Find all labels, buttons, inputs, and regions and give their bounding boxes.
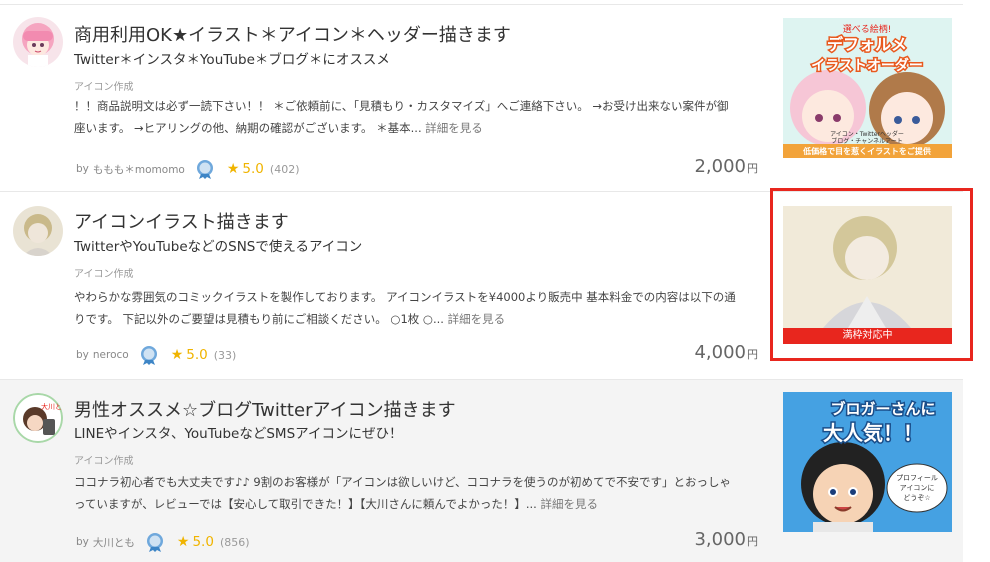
- by-label: by: [76, 536, 89, 548]
- price: 4,000円: [694, 342, 758, 363]
- thumb-text: イラストオーダー: [811, 57, 923, 74]
- currency-label: 円: [747, 348, 758, 361]
- thumbnail-image: ブロガーさんに 大人気！！ プロフィール アイコンに どうぞ☆: [783, 392, 952, 532]
- details-link[interactable]: 詳細を見る: [448, 312, 506, 326]
- avatar-image: [13, 206, 63, 256]
- star-icon: ★: [226, 161, 240, 177]
- rank-medal-icon: [140, 346, 157, 365]
- description-line: ！！商品説明文は必ず一読下さい！！ ＊ご依頼前に、「見積もり・カスタマイズ」へご…: [74, 99, 729, 113]
- listing-category[interactable]: アイコン作成: [74, 78, 134, 93]
- seller-avatar[interactable]: [13, 17, 63, 67]
- currency-label: 円: [747, 535, 758, 548]
- service-listing[interactable]: 商用利用OK★イラスト＊アイコン＊ヘッダー描きます Twitter＊インスタ＊Y…: [0, 4, 963, 191]
- description-text: りです。 下記以外のご要望は見積もり前にご相談ください。 ○1枚 ○...: [74, 312, 444, 326]
- thumb-text: アイコン・Twitterヘッダー: [830, 130, 904, 138]
- currency-label: 円: [747, 162, 758, 175]
- listing-description: ！！商品説明文は必ず一読下さい！！ ＊ご依頼前に、「見積もり・カスタマイズ」へご…: [74, 95, 768, 139]
- listing-description: ココナラ初心者でも大丈夫です♪♪ 9割のお客様が「アイコンは欲しいけど、ココナラ…: [74, 471, 768, 515]
- description-line: 座います。 →ヒアリングの他、納期の確認がございます。 ＊基本... 詳細を見る: [74, 117, 768, 139]
- listing-title[interactable]: 商用利用OK★イラスト＊アイコン＊ヘッダー描きます: [74, 21, 511, 47]
- thumb-text: ブログ・チャンネルアート: [831, 137, 902, 145]
- rating-value: 5.0: [186, 347, 208, 363]
- star-icon: ★: [176, 534, 190, 550]
- price-value: 4,000: [694, 342, 746, 363]
- rating-value: 5.0: [242, 161, 264, 177]
- price: 3,000円: [694, 529, 758, 550]
- rank-medal-icon: [196, 160, 213, 179]
- listing-title[interactable]: 男性オススメ☆ブログTwitterアイコン描きます: [74, 396, 456, 422]
- description-line: りです。 下記以外のご要望は見積もり前にご相談ください。 ○1枚 ○... 詳細…: [74, 308, 768, 330]
- thumb-text: デフォルメ: [827, 35, 907, 54]
- description-text: 座います。 →ヒアリングの他、納期の確認がございます。 ＊基本...: [74, 121, 422, 135]
- details-link[interactable]: 詳細を見る: [425, 121, 483, 135]
- thumb-text: ブロガーさんに: [830, 400, 935, 418]
- listing-title[interactable]: アイコンイラスト描きます: [74, 208, 289, 234]
- avatar-image: 大川とも: [13, 393, 63, 443]
- review-count: (402): [269, 162, 300, 176]
- rating-value: 5.0: [192, 534, 214, 550]
- seller-name[interactable]: 大川とも: [93, 535, 135, 550]
- price-value: 3,000: [694, 529, 746, 550]
- review-count: (33): [213, 348, 237, 362]
- service-listing[interactable]: 大川とも 男性オススメ☆ブログTwitterアイコン描きます LINEやインスタ…: [0, 379, 963, 562]
- description-line: っていますが、レビューでは【安心して取引できた！】【大川さんに頼んでよかった！】…: [74, 493, 768, 515]
- listing-description: やわらかな雰囲気のコミックイラストを製作しております。 アイコンイラストを¥40…: [74, 286, 768, 330]
- thumb-text: アイコンに: [900, 484, 935, 492]
- by-label: by: [76, 349, 89, 361]
- rank-medal-icon: [146, 533, 163, 552]
- description-line: ココナラ初心者でも大丈夫です♪♪ 9割のお客様が「アイコンは欲しいけど、ココナラ…: [74, 475, 731, 489]
- price: 2,000円: [694, 156, 758, 177]
- seller-name[interactable]: ももも＊momomo: [93, 162, 185, 177]
- listing-meta: by neroco ★ 5.0 (33): [76, 345, 236, 365]
- listing-subtitle: TwitterやYouTubeなどのSNSで使えるアイコン: [74, 239, 363, 255]
- service-thumbnail[interactable]: 選べる絵柄! デフォルメ イラストオーダー アイコン・Twitterヘッダー ブ…: [783, 18, 952, 158]
- description-text: っていますが、レビューでは【安心して取引できた！】【大川さんに頼んでよかった！】…: [74, 497, 537, 511]
- by-label: by: [76, 163, 89, 175]
- thumb-text: 大人気！！: [823, 421, 923, 445]
- thumb-text: プロフィール: [896, 474, 938, 482]
- review-count: (856): [219, 535, 250, 549]
- thumb-text: 低価格で目を惹くイラストをご提供: [802, 146, 931, 156]
- seller-avatar[interactable]: [13, 206, 63, 256]
- avatar-text: 大川とも: [41, 402, 63, 411]
- thumb-text: 選べる絵柄!: [843, 23, 892, 35]
- highlight-frame: [770, 188, 973, 361]
- listing-category[interactable]: アイコン作成: [74, 265, 134, 280]
- thumb-text: どうぞ☆: [903, 494, 930, 502]
- seller-name[interactable]: neroco: [93, 349, 129, 361]
- description-line: やわらかな雰囲気のコミックイラストを製作しております。 アイコンイラストを¥40…: [74, 290, 736, 304]
- listing-subtitle: Twitter＊インスタ＊YouTube＊ブログ＊にオススメ: [74, 52, 390, 68]
- service-thumbnail[interactable]: ブロガーさんに 大人気！！ プロフィール アイコンに どうぞ☆: [783, 392, 952, 532]
- avatar-image: [13, 17, 63, 67]
- listing-subtitle: LINEやインスタ、YouTubeなどSMSアイコンにぜひ！: [74, 426, 403, 442]
- seller-avatar[interactable]: 大川とも: [13, 393, 63, 443]
- price-value: 2,000: [694, 156, 746, 177]
- listing-meta: by ももも＊momomo ★ 5.0 (402): [76, 159, 300, 179]
- details-link[interactable]: 詳細を見る: [540, 497, 598, 511]
- listing-meta: by 大川とも ★ 5.0 (856): [76, 532, 250, 552]
- thumbnail-image: 選べる絵柄! デフォルメ イラストオーダー アイコン・Twitterヘッダー ブ…: [783, 18, 952, 158]
- listing-category[interactable]: アイコン作成: [74, 452, 134, 467]
- star-icon: ★: [170, 347, 184, 363]
